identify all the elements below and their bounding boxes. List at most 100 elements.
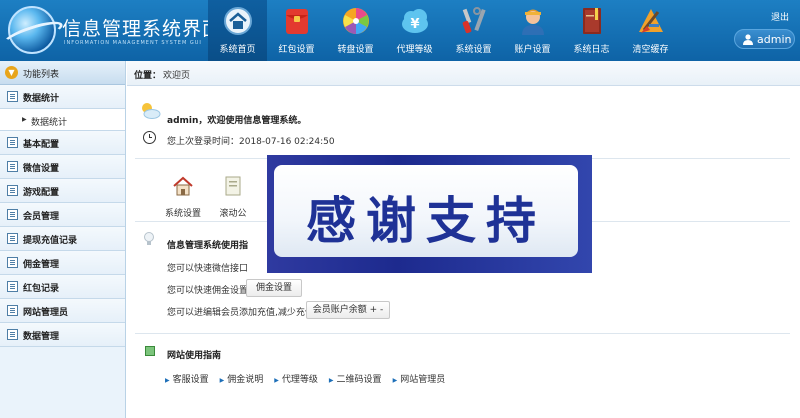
nav-item-account[interactable]: 账户设置 — [503, 0, 562, 61]
sidebar-header[interactable]: ▼ 功能列表 — [0, 61, 125, 85]
yen-cloud-icon: ¥ — [402, 9, 428, 33]
list-icon — [7, 209, 18, 220]
link-label: 客服设置 — [172, 375, 209, 385]
nav-label: 系统设置 — [455, 45, 492, 55]
top-header: 信息管理系统界面 INFORMATION MANAGEMENT SYSTEM G… — [0, 0, 800, 61]
sidebar: ▼ 功能列表 数据统计 ▶ 数据统计 基本配置 微信设置 游戏配置 会员管理 提… — [0, 61, 126, 418]
member-balance-button[interactable]: 会员账户余额 + - — [306, 301, 390, 319]
notice-icon — [225, 176, 241, 196]
log-book-icon — [583, 8, 601, 34]
link-label: 代理等级 — [281, 375, 318, 385]
list-icon — [7, 281, 18, 292]
guide-book-icon — [145, 346, 155, 356]
caret-right-icon: ▶ — [22, 116, 27, 123]
house-icon — [173, 176, 193, 196]
banner-card: 感谢支持 — [274, 165, 578, 257]
list-icon — [7, 257, 18, 268]
clear-cache-icon — [639, 9, 663, 33]
shortcut-system-settings[interactable]: 系统设置 — [158, 175, 208, 219]
clock-icon — [143, 131, 156, 144]
nav-item-system-log[interactable]: 系统日志 — [562, 0, 621, 61]
site-guide-links: ▶ 客服设置 ▶ 佣金说明 ▶ 代理等级 ▶ 二维码设置 ▶ 网站管理员 — [165, 372, 456, 385]
sidebar-item-label: 佣金管理 — [23, 260, 60, 270]
sidebar-item-label: 提现充值记录 — [23, 236, 78, 246]
list-icon — [7, 161, 18, 172]
list-icon — [7, 233, 18, 244]
thanks-banner: 感谢支持 — [267, 155, 592, 273]
nav-item-red-packet[interactable]: 红包设置 — [267, 0, 326, 61]
user-name: admin — [757, 33, 792, 46]
sidebar-item-label: 游戏配置 — [23, 188, 60, 198]
sidebar-subitem-data-statistics[interactable]: ▶ 数据统计 — [0, 109, 125, 131]
list-icon — [7, 305, 18, 316]
guide-line-member-balance: 您可以进编辑会员添加充值,减少充值 — [167, 308, 314, 318]
link-label: 网站管理员 — [400, 375, 446, 385]
link-qrcode-settings[interactable]: ▶ 二维码设置 — [329, 372, 382, 385]
breadcrumb-current[interactable]: 欢迎页 — [163, 68, 190, 81]
user-menu[interactable]: admin — [734, 29, 795, 49]
sidebar-item-member-management[interactable]: 会员管理 — [0, 203, 125, 227]
nav-item-wheel[interactable]: 转盘设置 — [326, 0, 385, 61]
commission-settings-button[interactable]: 佣金设置 — [246, 279, 302, 297]
logout-link[interactable]: 退出 — [771, 10, 789, 23]
site-guide-title: 网站使用指南 — [167, 351, 222, 361]
app-logo: 信息管理系统界面 INFORMATION MANAGEMENT SYSTEM G… — [1, 4, 221, 58]
guide-line-commission: 您可以快速佣金设置 — [167, 286, 249, 296]
sidebar-header-label: 功能列表 — [23, 70, 60, 80]
sidebar-item-data-statistics[interactable]: 数据统计 — [0, 85, 125, 109]
list-icon — [7, 185, 18, 196]
user-account-icon — [522, 9, 544, 35]
chevron-down-icon: ▼ — [5, 66, 18, 79]
list-icon — [7, 137, 18, 148]
sidebar-item-label: 网站管理员 — [23, 308, 69, 318]
caret-right-icon: ▶ — [219, 377, 225, 384]
app-subtitle: INFORMATION MANAGEMENT SYSTEM GUI — [64, 40, 202, 46]
last-login-time: 您上次登录时间：2018-07-16 02:24:50 — [167, 137, 335, 147]
link-customer-service[interactable]: ▶ 客服设置 — [165, 372, 209, 385]
sidebar-item-label: 基本配置 — [23, 140, 60, 150]
list-icon — [7, 329, 18, 340]
caret-right-icon: ▶ — [165, 377, 170, 384]
sidebar-item-label: 会员管理 — [23, 212, 60, 222]
lightbulb-icon — [144, 232, 154, 245]
sidebar-item-red-packet-records[interactable]: 红包记录 — [0, 275, 125, 299]
link-label: 二维码设置 — [336, 375, 382, 385]
sidebar-item-wechat-settings[interactable]: 微信设置 — [0, 155, 125, 179]
nav-item-home[interactable]: 系统首页 — [208, 0, 267, 61]
tools-icon — [462, 7, 486, 34]
caret-right-icon: ▶ — [274, 377, 279, 384]
divider — [135, 333, 790, 334]
shortcut-label: 滚动公 — [219, 209, 247, 219]
nav-item-system-settings[interactable]: 系统设置 — [444, 0, 503, 61]
sidebar-item-basic-config[interactable]: 基本配置 — [0, 131, 125, 155]
nav-item-agent-level[interactable]: ¥ 代理等级 — [385, 0, 444, 61]
sidebar-item-label: 数据统计 — [23, 94, 60, 104]
sidebar-item-withdraw-recharge[interactable]: 提现充值记录 — [0, 227, 125, 251]
sidebar-item-game-config[interactable]: 游戏配置 — [0, 179, 125, 203]
link-commission-help[interactable]: ▶ 佣金说明 — [220, 372, 264, 385]
sidebar-item-label: 红包记录 — [23, 284, 60, 294]
nav-label: 转盘设置 — [337, 45, 374, 55]
link-site-admins[interactable]: ▶ 网站管理员 — [393, 372, 446, 385]
sidebar-item-commission[interactable]: 佣金管理 — [0, 251, 125, 275]
welcome-text: ，欢迎使用信息管理系统。 — [198, 116, 307, 126]
nav-label: 系统日志 — [573, 45, 610, 55]
shortcut-scroll-notice[interactable]: 滚动公 — [208, 175, 258, 219]
shortcut-label: 系统设置 — [164, 209, 201, 219]
sidebar-item-label: 微信设置 — [23, 164, 60, 174]
red-packet-icon — [286, 9, 308, 34]
main-nav: 系统首页 红包设置 转盘设置 ¥ 代理等级 系统设置 账户设置 系统日志 清空缓… — [208, 0, 680, 61]
sidebar-item-site-admins[interactable]: 网站管理员 — [0, 299, 125, 323]
user-icon — [743, 34, 753, 45]
breadcrumb-label: 位置： — [134, 71, 162, 81]
nav-item-clear-cache[interactable]: 清空缓存 — [621, 0, 680, 61]
weather-icon — [142, 103, 161, 119]
home-icon — [224, 7, 252, 35]
banner-text: 感谢支持 — [306, 191, 546, 250]
sidebar-item-data-management[interactable]: 数据管理 — [0, 323, 125, 347]
guide-title: 信息管理系统使用指 — [167, 241, 249, 251]
wheel-icon — [343, 8, 369, 34]
sidebar-subitem-label: 数据统计 — [31, 118, 68, 128]
link-agent-level[interactable]: ▶ 代理等级 — [274, 372, 318, 385]
nav-label: 系统首页 — [219, 45, 256, 55]
